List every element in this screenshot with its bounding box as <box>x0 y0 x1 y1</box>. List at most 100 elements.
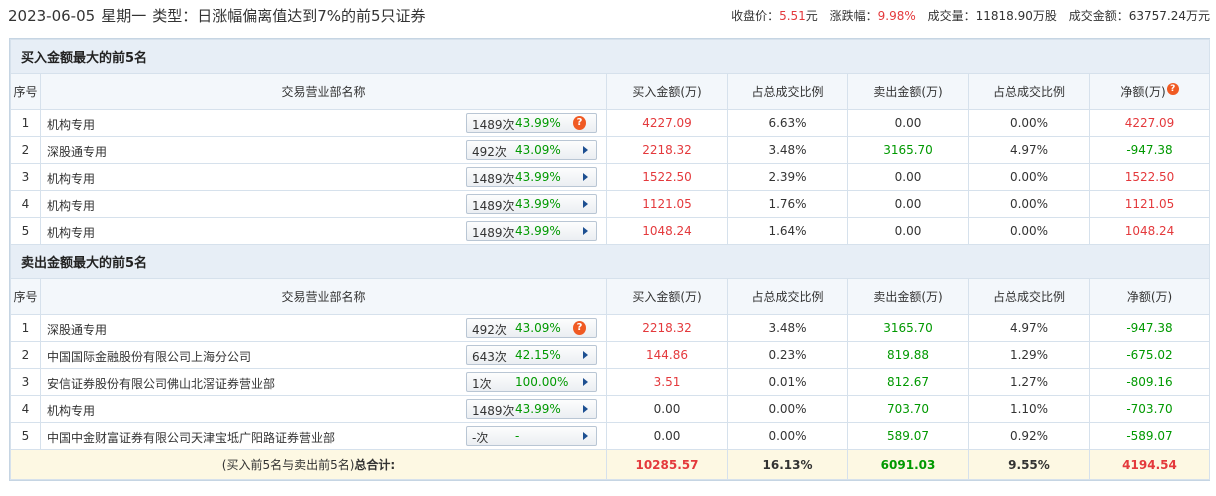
broker-name[interactable]: 机构专用 <box>47 170 95 187</box>
net-amount: 4227.09 <box>1089 109 1210 137</box>
sell-section-header: 卖出金额最大的前5名 <box>10 244 1210 279</box>
row-seq: 3 <box>10 163 41 191</box>
buy-amount: 144.86 <box>606 341 728 369</box>
net-amount: -809.16 <box>1089 368 1210 396</box>
sell-ratio: 4.97% <box>968 136 1090 164</box>
broker-stats-button[interactable]: 643次 42.15% <box>466 345 597 365</box>
broker-win-rate: 100.00% <box>515 375 569 389</box>
row-seq: 5 <box>10 422 41 450</box>
table-row: 4 机构专用 1489次 43.99% 1121.05 1.76% 0.00 0.00% 112… <box>10 190 1210 218</box>
arrow-right-icon[interactable] <box>583 378 588 386</box>
broker-cell: 中国中金财富证券有限公司天津宝坻广阳路证券营业部 -次 - <box>40 422 607 450</box>
broker-stats-button[interactable]: 492次 43.09% <box>466 140 597 160</box>
row-seq: 3 <box>10 368 41 396</box>
arrow-right-icon[interactable] <box>583 146 588 154</box>
broker-stats-button[interactable]: 1489次 43.99% <box>466 399 597 419</box>
broker-win-rate: 43.99% <box>515 116 561 130</box>
broker-name[interactable]: 中国国际金融股份有限公司上海分公司 <box>47 348 251 365</box>
sell-ratio: 1.29% <box>968 341 1090 369</box>
weekday: 星期一 <box>101 7 147 25</box>
broker-count: 1489次 <box>472 404 515 418</box>
arrow-right-icon[interactable] <box>583 405 588 413</box>
question-icon[interactable]: ? <box>573 321 586 335</box>
change-label: 涨跌幅： <box>829 9 878 23</box>
col-net: 净额(万) <box>1089 278 1210 315</box>
broker-count: 492次 <box>472 323 507 337</box>
broker-name[interactable]: 机构专用 <box>47 116 95 133</box>
broker-name[interactable]: 机构专用 <box>47 197 95 214</box>
broker-count: 1489次 <box>472 226 515 240</box>
net-amount: -947.38 <box>1089 136 1210 164</box>
net-amount: 1522.50 <box>1089 163 1210 191</box>
col-name: 交易营业部名称 <box>40 278 607 315</box>
arrow-right-icon[interactable] <box>583 173 588 181</box>
total-label: (买入前5名与卖出前5名)总合计: <box>10 449 607 480</box>
sell-amount: 0.00 <box>847 163 969 191</box>
broker-cell: 深股通专用 492次 43.09% <box>40 136 607 164</box>
table-row: 5 中国中金财富证券有限公司天津宝坻广阳路证券营业部 -次 - 0.00 0.00% 589… <box>10 422 1210 450</box>
col-sell-ratio: 占总成交比例 <box>968 278 1090 315</box>
sell-ratio: 0.92% <box>968 422 1090 450</box>
broker-count: -次 <box>472 431 489 445</box>
col-sell: 卖出金额(万) <box>847 278 969 315</box>
total-buy: 10285.57 <box>606 449 728 480</box>
broker-stats-button[interactable]: 1489次 43.99% <box>466 167 597 187</box>
buy-ratio: 3.48% <box>727 314 848 342</box>
broker-name[interactable]: 深股通专用 <box>47 143 107 160</box>
net-amount: -703.70 <box>1089 395 1210 423</box>
col-buy: 买入金额(万) <box>606 73 728 110</box>
buy-amount: 0.00 <box>606 395 728 423</box>
broker-cell: 机构专用 1489次 43.99%? <box>40 109 607 137</box>
question-icon[interactable]: ? <box>573 116 586 130</box>
broker-win-rate: 43.99% <box>515 224 561 238</box>
sell-amount: 0.00 <box>847 109 969 137</box>
quote-summary: 收盘价：5.51元 涨跌幅：9.98% 成交量：11818.90万股 成交金额：… <box>731 7 1210 24</box>
arrow-right-icon[interactable] <box>583 351 588 359</box>
broker-name[interactable]: 深股通专用 <box>47 321 107 338</box>
broker-count: 1次 <box>472 377 492 391</box>
net-amount: -589.07 <box>1089 422 1210 450</box>
broker-stats-button[interactable]: 1489次 43.99% <box>466 194 597 214</box>
broker-name[interactable]: 中国中金财富证券有限公司天津宝坻广阳路证券营业部 <box>47 429 335 446</box>
trade-date: 2023-06-05 <box>8 7 96 25</box>
table-row: 5 机构专用 1489次 43.99% 1048.24 1.64% 0.00 0.00% 104… <box>10 217 1210 245</box>
total-label-bold: 总合计: <box>354 458 396 472</box>
total-label-prefix: (买入前5名与卖出前5名) <box>221 458 355 472</box>
broker-cell: 中国国际金融股份有限公司上海分公司 643次 42.15% <box>40 341 607 369</box>
sell-ratio: 0.00% <box>968 190 1090 218</box>
arrow-right-icon[interactable] <box>583 227 588 235</box>
broker-stats-button[interactable]: 492次 43.09%? <box>466 318 597 338</box>
buy-ratio: 0.01% <box>727 368 848 396</box>
broker-stats-button[interactable]: 1489次 43.99%? <box>466 113 597 133</box>
row-seq: 2 <box>10 341 41 369</box>
buy-section-title: 买入金额最大的前5名 <box>10 39 1210 74</box>
buy-ratio: 0.00% <box>727 422 848 450</box>
broker-count: 492次 <box>472 145 507 159</box>
broker-cell: 安信证券股份有限公司佛山北滘证券营业部 1次 100.00% <box>40 368 607 396</box>
change-value: 9.98% <box>877 9 916 23</box>
buy-amount: 1121.05 <box>606 190 728 218</box>
arrow-right-icon[interactable] <box>583 200 588 208</box>
question-icon[interactable]: ? <box>1166 83 1179 95</box>
buy-ratio: 0.23% <box>727 341 848 369</box>
row-seq: 4 <box>10 395 41 423</box>
col-buy: 买入金额(万) <box>606 278 728 315</box>
trading-table: 买入金额最大的前5名 序号 交易营业部名称 买入金额(万) 占总成交比例 卖出金… <box>10 39 1210 480</box>
broker-name[interactable]: 安信证券股份有限公司佛山北滘证券营业部 <box>47 375 275 392</box>
turnover-value: 63757.24万元 <box>1128 9 1210 23</box>
broker-stats-button[interactable]: 1489次 43.99% <box>466 221 597 241</box>
arrow-right-icon[interactable] <box>583 432 588 440</box>
dragon-tiger-board: 买入金额最大的前5名 序号 交易营业部名称 买入金额(万) 占总成交比例 卖出金… <box>9 38 1210 481</box>
volume-label: 成交量： <box>927 9 976 23</box>
table-row: 2 深股通专用 492次 43.09% 2218.32 3.48% 3165.70 4.97%… <box>10 136 1210 164</box>
broker-name[interactable]: 机构专用 <box>47 224 95 241</box>
buy-ratio: 1.64% <box>727 217 848 245</box>
broker-name[interactable]: 机构专用 <box>47 402 95 419</box>
table-row: 4 机构专用 1489次 43.99% 0.00 0.00% 703.70 1.10% -703… <box>10 395 1210 423</box>
broker-stats-button[interactable]: -次 - <box>466 426 597 446</box>
col-name: 交易营业部名称 <box>40 73 607 110</box>
row-seq: 5 <box>10 217 41 245</box>
col-seq: 序号 <box>10 278 41 315</box>
row-seq: 2 <box>10 136 41 164</box>
broker-stats-button[interactable]: 1次 100.00% <box>466 372 597 392</box>
